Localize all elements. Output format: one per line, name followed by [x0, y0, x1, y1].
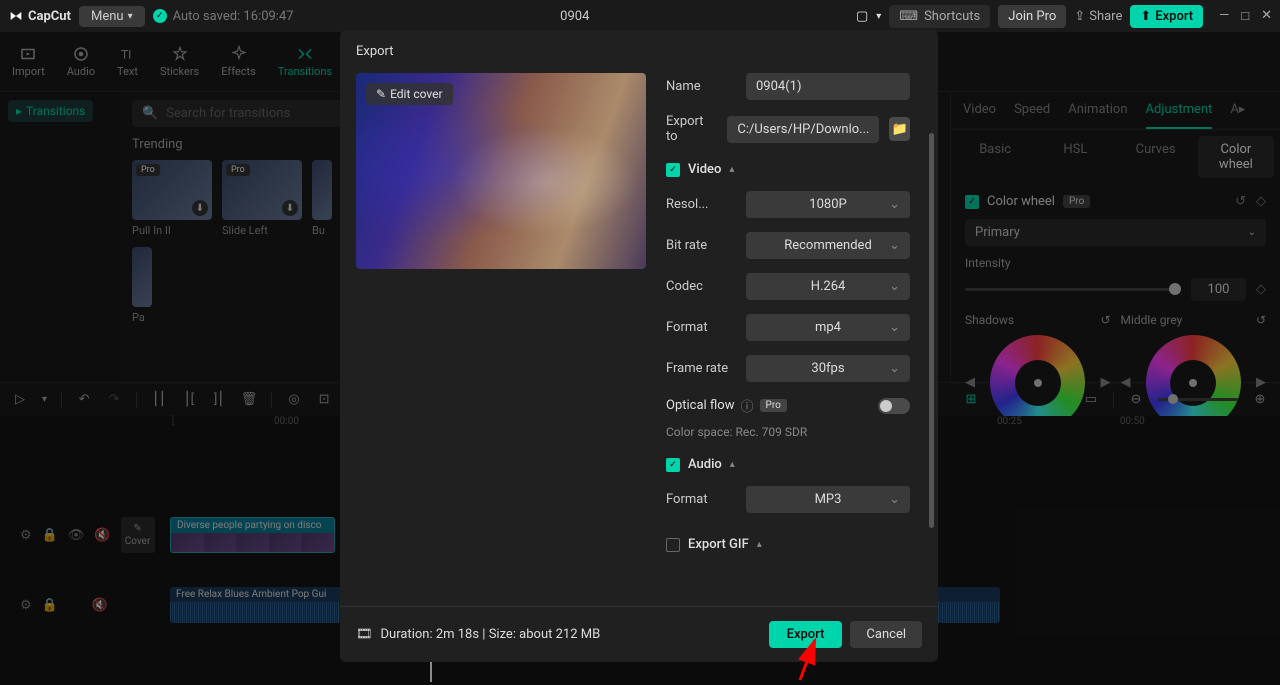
duration-text: Duration: 2m 18s | Size: about 212 MB — [381, 627, 601, 642]
audio-checkbox[interactable]: ✓ — [666, 458, 680, 472]
exportto-label: Export to — [666, 114, 717, 144]
browse-folder-button[interactable]: 📁 — [889, 117, 910, 141]
share-icon: ⇪ — [1074, 9, 1085, 24]
video-checkbox[interactable]: ✓ — [666, 163, 680, 177]
close-icon[interactable]: ✕ — [1261, 8, 1272, 24]
export-button-top[interactable]: ⬆ Export — [1130, 5, 1203, 28]
framerate-select[interactable]: 30fps — [746, 355, 910, 382]
edit-cover-button[interactable]: ✎ Edit cover — [366, 83, 453, 105]
window-controls: — □ ✕ — [1219, 8, 1272, 24]
logo-icon — [8, 8, 24, 24]
export-form: Name 0904(1) Export to C:/Users/HP/Downl… — [666, 73, 922, 606]
export-preview: ✎ Edit cover — [356, 73, 646, 606]
modal-title: Export — [340, 30, 938, 73]
export-icon: ⬆ — [1140, 9, 1151, 24]
bitrate-select[interactable]: Recommended — [746, 232, 910, 259]
pro-badge: Pro — [760, 399, 787, 412]
name-input[interactable]: 0904(1) — [746, 73, 910, 100]
scrollbar[interactable] — [929, 133, 934, 528]
cancel-button[interactable]: Cancel — [850, 621, 922, 648]
resolution-label: Resol... — [666, 197, 736, 212]
app-logo: CapCut — [8, 8, 71, 24]
gif-section-header[interactable]: Export GIF ▴ — [666, 537, 910, 552]
optical-flow-toggle[interactable] — [878, 398, 910, 414]
shortcuts-button[interactable]: ⌨ Shortcuts — [889, 5, 990, 28]
audio-format-select[interactable]: MP3 — [746, 486, 910, 513]
autosave-status: ✓ Auto saved: 16:09:47 — [153, 9, 294, 24]
project-title: 0904 — [302, 9, 848, 24]
resolution-select[interactable]: 1080P — [746, 191, 910, 218]
maximize-icon[interactable]: □ — [1241, 8, 1249, 24]
menu-button[interactable]: Menu▾ — [79, 6, 145, 27]
optical-flow-label: Optical flow — [666, 398, 735, 413]
check-icon: ✓ — [153, 9, 167, 23]
export-modal: Export ✎ Edit cover Name 0904(1) Export … — [340, 30, 938, 662]
film-icon: 🎞 — [356, 627, 373, 642]
codec-select[interactable]: H.264 — [746, 273, 910, 300]
cover-preview: ✎ Edit cover — [356, 73, 646, 269]
join-pro-button[interactable]: Join Pro — [998, 5, 1066, 28]
folder-icon: 📁 — [892, 122, 908, 137]
pencil-icon: ✎ — [376, 87, 386, 101]
gif-checkbox[interactable] — [666, 538, 680, 552]
codec-label: Codec — [666, 279, 736, 294]
modal-footer: 🎞 Duration: 2m 18s | Size: about 212 MB … — [340, 606, 938, 662]
format-select[interactable]: mp4 — [746, 314, 910, 341]
audio-format-label: Format — [666, 492, 736, 507]
keyboard-icon: ⌨ — [899, 9, 918, 24]
minimize-icon[interactable]: — — [1219, 8, 1229, 24]
exportto-path[interactable]: C:/Users/HP/Downlo... — [727, 116, 879, 143]
bitrate-label: Bit rate — [666, 238, 736, 253]
framerate-label: Frame rate — [666, 361, 736, 376]
share-button[interactable]: ⇪ Share — [1074, 9, 1122, 24]
layout-icon[interactable]: ▢ — [856, 9, 868, 24]
titlebar-right: ▢▾ ⌨ Shortcuts Join Pro ⇪ Share ⬆ Export… — [856, 5, 1272, 28]
color-space-info: Color space: Rec. 709 SDR — [666, 425, 910, 439]
audio-section-header[interactable]: ✓ Audio ▴ — [666, 457, 910, 472]
video-section-header[interactable]: ✓ Video ▴ — [666, 162, 910, 177]
logo-text: CapCut — [28, 9, 71, 24]
name-label: Name — [666, 79, 736, 94]
format-label: Format — [666, 320, 736, 335]
info-icon[interactable]: ⓘ — [741, 396, 754, 415]
export-button[interactable]: Export — [769, 621, 843, 648]
titlebar: CapCut Menu▾ ✓ Auto saved: 16:09:47 0904… — [0, 0, 1280, 32]
